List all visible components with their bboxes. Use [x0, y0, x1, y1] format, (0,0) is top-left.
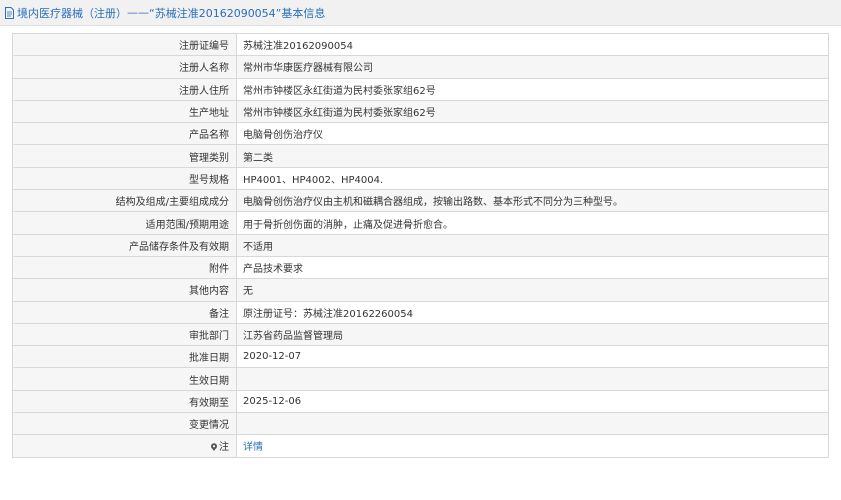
row-label: 产品储存条件及有效期: [12, 233, 237, 257]
row-value: [236, 367, 829, 391]
row-label: 生效日期: [12, 367, 237, 391]
info-row: 批准日期 2020-12-07: [12, 345, 829, 369]
location-pin-icon: [211, 443, 217, 452]
row-label: 其他内容: [12, 278, 237, 302]
row-label: 注册人住所: [12, 77, 237, 101]
header-suffix: 基本信息: [281, 6, 326, 20]
row-label: 生产地址: [12, 99, 237, 124]
info-row: 结构及组成/主要组成成分 电脑骨创伤治疗仪由主机和磁耦合器组成，按输出路数、基本形…: [12, 189, 829, 213]
row-value: 2020-12-07: [236, 345, 829, 369]
info-row: 其他内容无: [12, 278, 829, 302]
row-value: 电脑骨创伤治疗仪由主机和磁耦合器组成，按输出路数、基本形式不同分为三种型号。: [236, 189, 829, 213]
info-row: 备注 原注册证号：苏械注准20162260054: [12, 300, 829, 324]
row-label: 结构及组成/主要组成成分: [12, 189, 237, 213]
info-row: 注册人名称 常州市华康医疗器械有限公司: [12, 55, 829, 79]
note-label: 注: [219, 442, 229, 454]
registration-info-table: 注册证编号 苏械注准20162090054 注册人名称 常州市华康医疗器械有限公司 注册…: [12, 32, 829, 458]
row-label: 产品名称: [12, 122, 237, 146]
info-row: 生产地址 常州市钟楼区永红街道为民村委张家组62号: [12, 99, 829, 124]
row-value: 用于骨折创伤面的消肿，止痛及促进骨折愈合。: [236, 211, 829, 235]
row-value: 不适用: [236, 233, 829, 257]
header-category: 境内医疗器械（注册）: [17, 6, 127, 20]
header-registration-number: “苏械注准20162090054”: [149, 6, 282, 20]
row-value: 2025-12-06: [236, 389, 829, 414]
row-label: 审批部门: [12, 322, 237, 347]
info-row: 附件 产品技术要求: [12, 255, 829, 280]
info-row: 适用范围/预期用途 用于骨折创伤面的消肿，止痛及促进骨折愈合。: [12, 211, 829, 235]
row-label: 注册证编号: [12, 32, 237, 57]
info-row: 管理类别 第二类: [12, 144, 829, 168]
row-value: HP4001、HP4002、HP4004.: [236, 166, 829, 191]
row-label: 变更情况: [12, 412, 237, 436]
row-value: 产品技术要求: [236, 255, 829, 280]
info-row: 产品名称 电脑骨创伤治疗仪: [12, 122, 829, 146]
info-row: 型号规格 HP4001、HP4002、HP4004.: [12, 166, 829, 191]
note-value-cell: 详情: [236, 434, 829, 458]
row-label: 管理类别: [12, 144, 237, 168]
info-row: 变更情况: [12, 412, 829, 436]
note-label-cell: 注: [12, 434, 237, 458]
row-label: 注册人名称: [12, 55, 237, 79]
row-label: 型号规格: [12, 166, 237, 191]
row-label: 有效期至: [12, 389, 237, 414]
info-row: 审批部门 江苏省药品监督管理局: [12, 322, 829, 347]
row-label: 备注: [12, 300, 237, 324]
row-value: 江苏省药品监督管理局: [236, 322, 829, 347]
note-row: 注 详情: [12, 434, 829, 458]
row-value: 常州市华康医疗器械有限公司: [236, 55, 829, 79]
document-icon: [5, 6, 14, 19]
row-value: 无: [236, 278, 829, 302]
row-label: 附件: [12, 255, 237, 280]
info-row: 有效期至 2025-12-06: [12, 389, 829, 414]
header-separator: ——: [127, 6, 149, 19]
row-label: 批准日期: [12, 345, 237, 369]
page-header: 境内医疗器械（注册） —— “苏械注准20162090054” 基本信息: [0, 0, 841, 26]
row-value: [236, 412, 829, 436]
detail-link[interactable]: 详情: [243, 442, 263, 453]
row-value: 电脑骨创伤治疗仪: [236, 122, 829, 146]
info-row: 产品储存条件及有效期 不适用: [12, 233, 829, 257]
row-value: 原注册证号：苏械注准20162260054: [236, 300, 829, 324]
row-value: 常州市钟楼区永红街道为民村委张家组62号: [236, 99, 829, 124]
row-value: 第二类: [236, 144, 829, 168]
info-row: 注册证编号 苏械注准20162090054: [12, 32, 829, 57]
row-value: 常州市钟楼区永红街道为民村委张家组62号: [236, 77, 829, 101]
row-label: 适用范围/预期用途: [12, 211, 237, 235]
info-row: 生效日期: [12, 367, 829, 391]
info-row: 注册人住所 常州市钟楼区永红街道为民村委张家组62号: [12, 77, 829, 101]
row-value: 苏械注准20162090054: [236, 32, 829, 57]
